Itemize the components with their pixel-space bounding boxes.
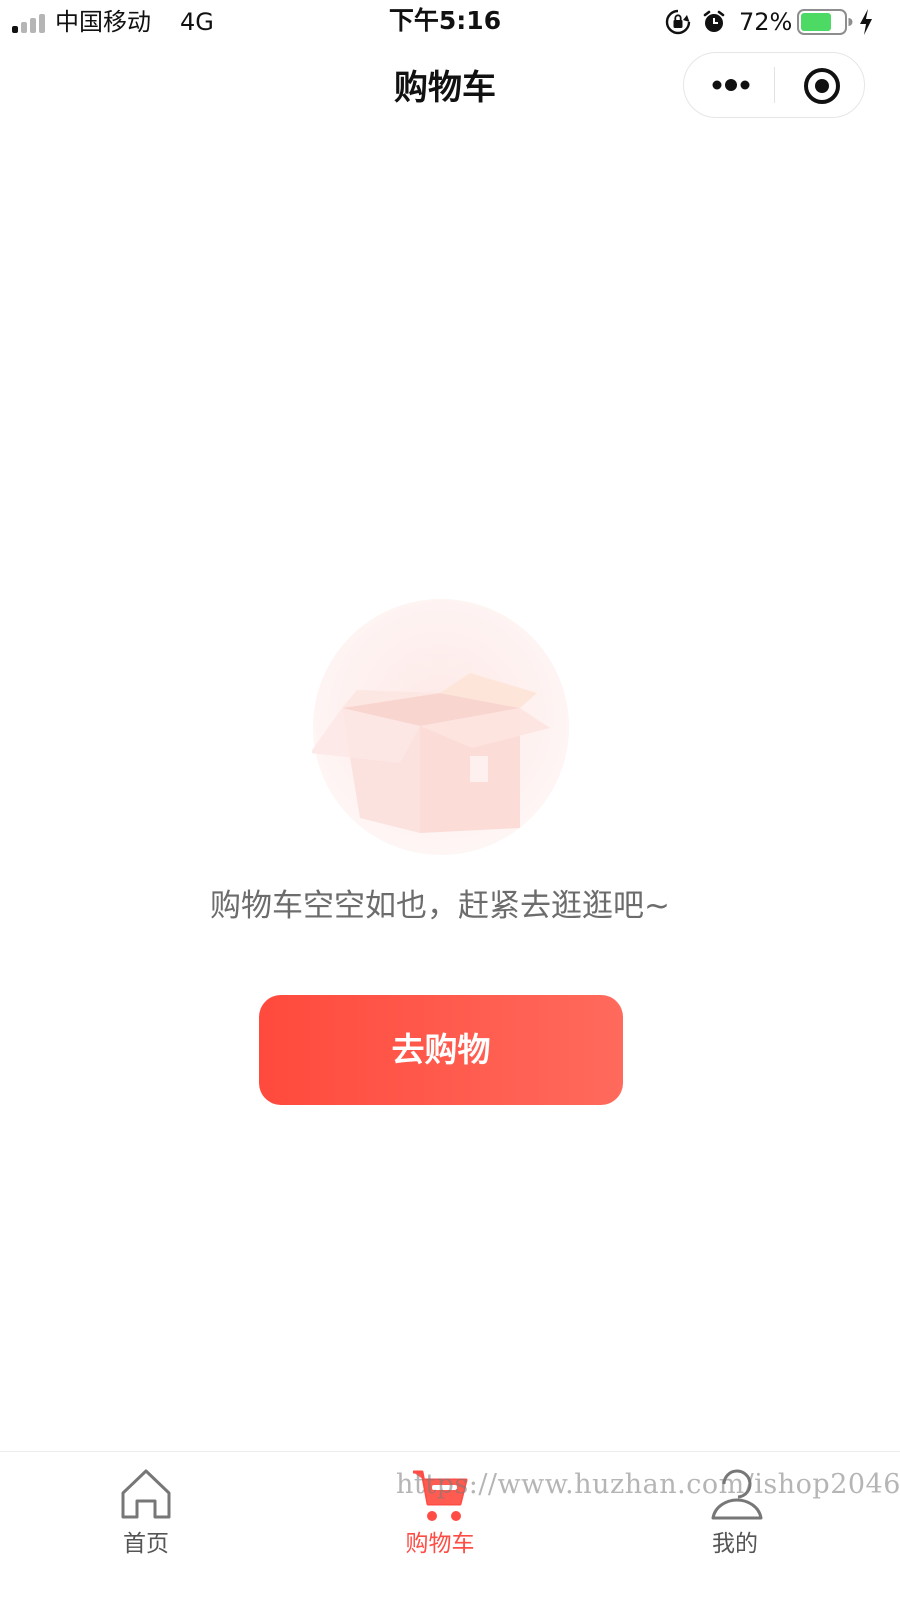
capsule-divider bbox=[774, 67, 775, 103]
empty-cart-message: 购物车空空如也，赶紧去逛逛吧~ bbox=[210, 888, 670, 924]
tab-home-label: 首页 bbox=[123, 1531, 169, 1557]
status-bar: 中国移动 4G 下午5:16 72% bbox=[0, 0, 900, 44]
alarm-icon bbox=[703, 10, 725, 32]
mini-program-capsule bbox=[683, 52, 865, 118]
home-icon bbox=[121, 1469, 171, 1519]
charging-icon bbox=[860, 9, 872, 35]
more-options-icon[interactable] bbox=[711, 75, 751, 95]
close-mini-program-icon[interactable] bbox=[802, 66, 842, 106]
go-shopping-button[interactable]: 去购物 bbox=[259, 995, 623, 1105]
navigation-bar: 购物车 bbox=[0, 50, 900, 122]
tab-home[interactable]: 首页 bbox=[36, 1452, 256, 1570]
battery-percentage: 72% bbox=[739, 8, 793, 36]
battery-icon bbox=[797, 9, 853, 35]
tab-mine-label: 我的 bbox=[712, 1531, 758, 1557]
rotation-lock-icon bbox=[665, 9, 691, 35]
empty-box-icon bbox=[312, 599, 569, 855]
watermark-text: https://www.huzhan.com/ishop20466 bbox=[396, 1469, 900, 1500]
tab-cart-label: 购物车 bbox=[405, 1531, 475, 1557]
